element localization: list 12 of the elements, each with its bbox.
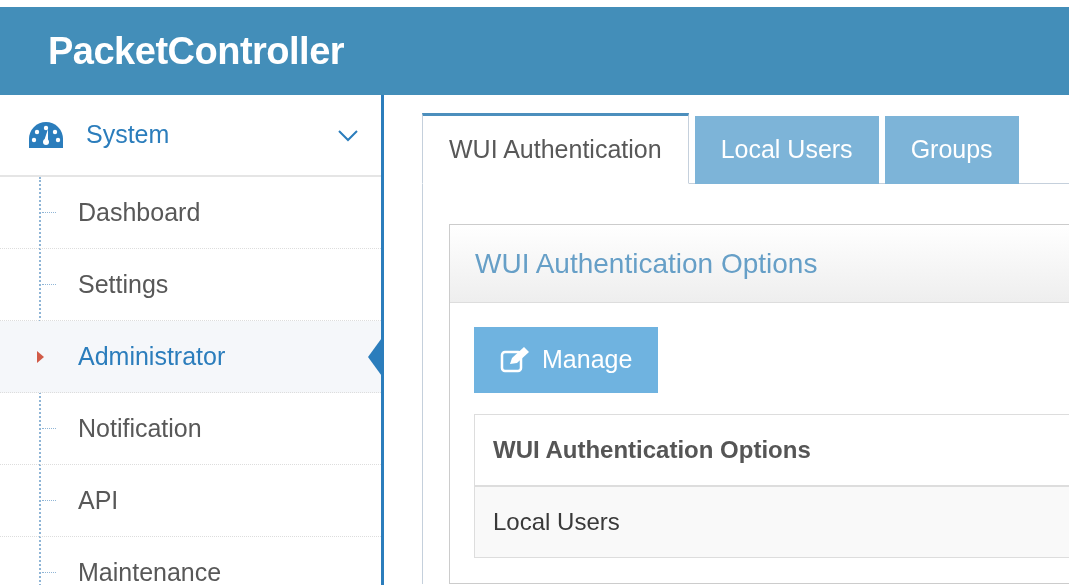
sidebar-item[interactable]: Administrator bbox=[0, 321, 381, 393]
speedometer-icon bbox=[28, 121, 64, 149]
sidebar-section[interactable]: System bbox=[0, 95, 381, 177]
app-title: PacketController bbox=[48, 28, 345, 74]
table-cell: Local Users bbox=[475, 487, 1069, 557]
sidebar-item[interactable]: Maintenance bbox=[0, 537, 381, 585]
sidebar-item[interactable]: API bbox=[0, 465, 381, 537]
edit-icon bbox=[500, 347, 530, 373]
sidebar-item[interactable]: Notification bbox=[0, 393, 381, 465]
sidebar-item[interactable]: Dashboard bbox=[0, 177, 381, 249]
tab[interactable]: WUI Authentication bbox=[422, 113, 689, 184]
section-label: System bbox=[86, 119, 171, 151]
